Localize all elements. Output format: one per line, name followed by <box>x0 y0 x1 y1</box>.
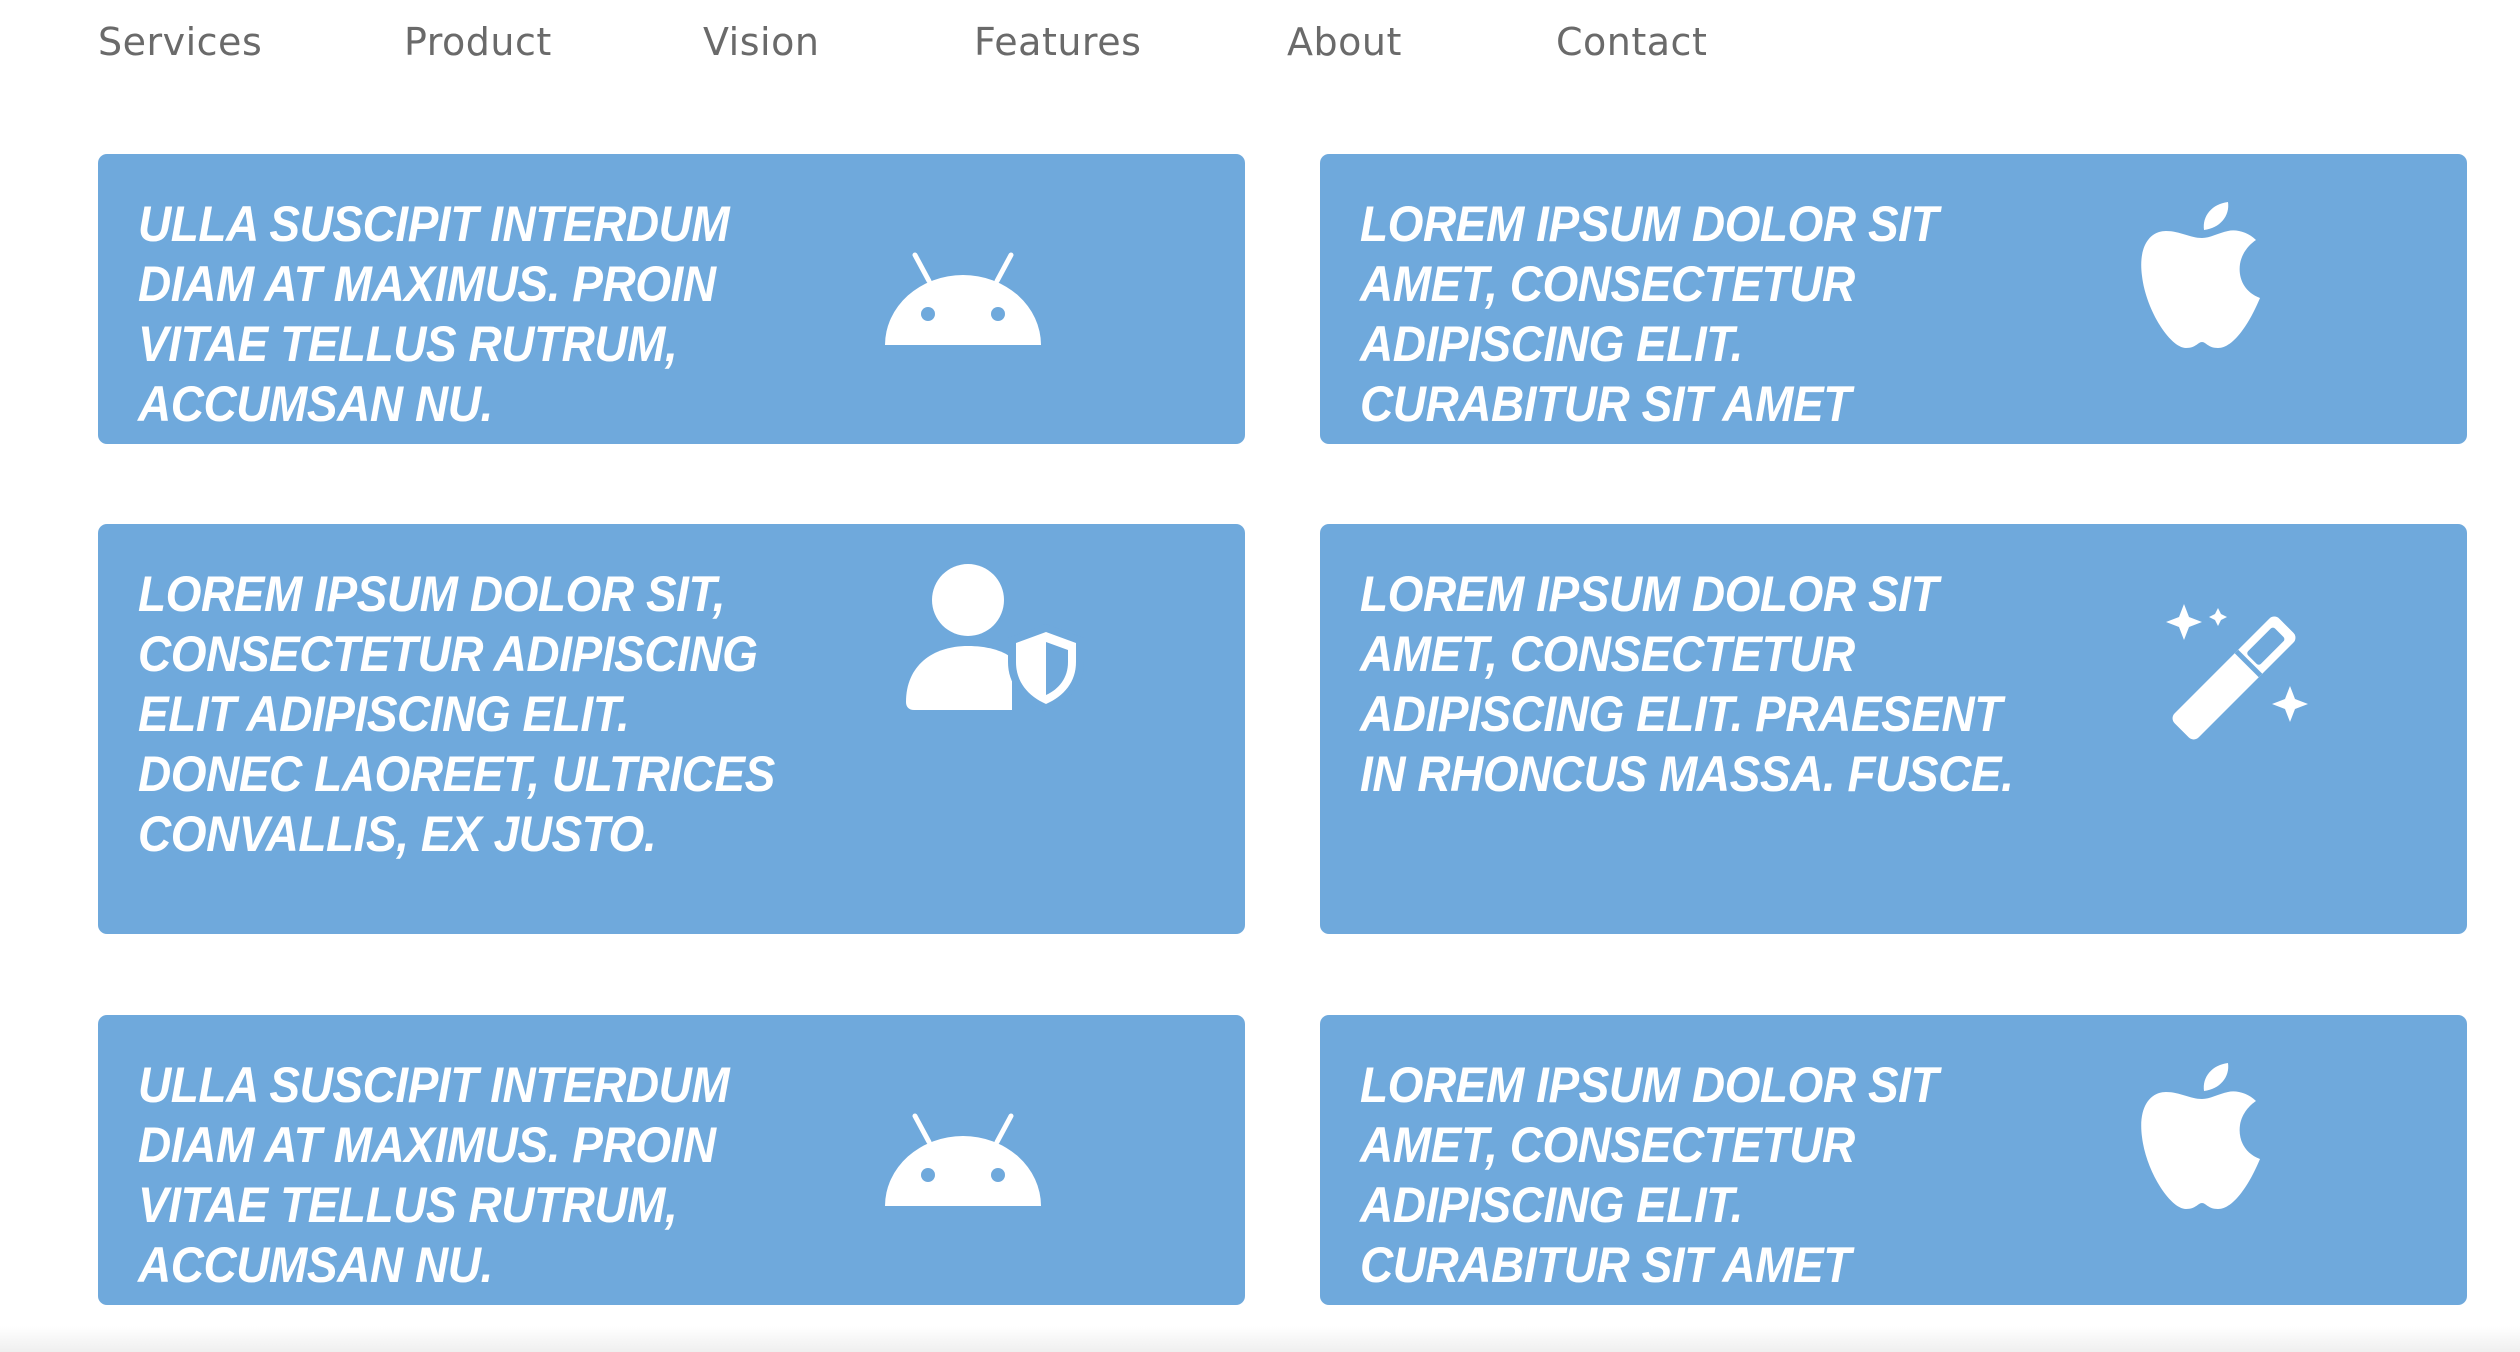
android-icon <box>885 252 1041 345</box>
feature-card-magic[interactable]: Lorem ipsum dolor sit amet, consectetur … <box>1320 524 2467 934</box>
card-text: Ulla suscipit interdum diam at maximus. … <box>138 196 730 432</box>
feature-card-android[interactable]: Ulla suscipit interdum diam at maximus. … <box>98 1015 1245 1305</box>
top-navigation: Services Product Vision Features About C… <box>0 0 2520 100</box>
nav-item-product[interactable]: Product <box>404 20 552 64</box>
nav-item-vision[interactable]: Vision <box>703 20 819 64</box>
feature-card-android[interactable]: Ulla suscipit interdum diam at maximus. … <box>98 154 1245 444</box>
card-text: Lorem ipsum dolor sit amet, consectetur … <box>1360 566 2014 802</box>
nav-item-services[interactable]: Services <box>98 20 262 64</box>
apple-icon <box>2141 202 2260 348</box>
magic-wand-icon <box>2166 604 2308 740</box>
apple-icon <box>2141 1063 2260 1209</box>
card-text: Lorem ipsum dolor sit amet, consectetur … <box>1360 196 1939 444</box>
card-text: Lorem ipsum dolor sit amet, consectetur … <box>1360 1057 1939 1305</box>
feature-card-apple[interactable]: Lorem ipsum dolor sit amet, consectetur … <box>1320 154 2467 444</box>
user-shield-icon <box>906 564 1084 712</box>
nav-item-about[interactable]: About <box>1287 20 1402 64</box>
feature-card-apple[interactable]: Lorem ipsum dolor sit amet, consectetur … <box>1320 1015 2467 1305</box>
android-icon <box>885 1113 1041 1206</box>
nav-item-contact[interactable]: Contact <box>1556 20 1707 64</box>
page-bottom-edge <box>0 1326 2520 1352</box>
nav-item-features[interactable]: Features <box>974 20 1141 64</box>
card-text: Lorem ipsum dolor sit, consectetur adipi… <box>138 566 775 862</box>
feature-card-user-security[interactable]: Lorem ipsum dolor sit, consectetur adipi… <box>98 524 1245 934</box>
card-text: Ulla suscipit interdum diam at maximus. … <box>138 1057 730 1293</box>
